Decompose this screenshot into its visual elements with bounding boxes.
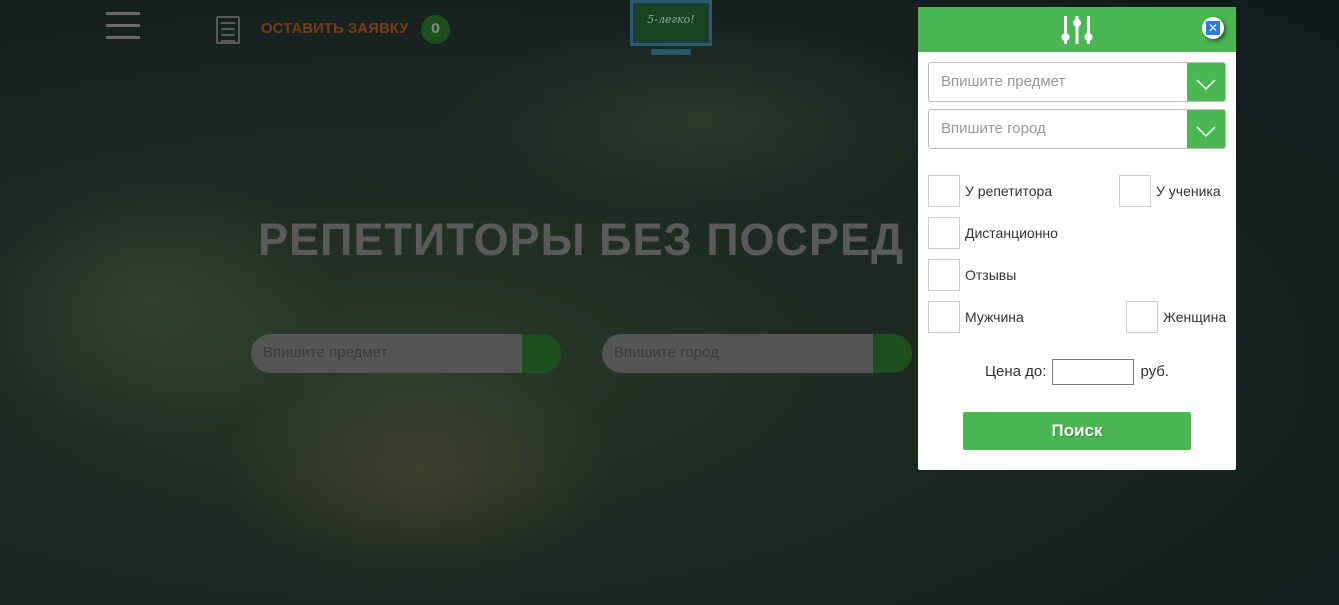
hero-city-select[interactable]: Впишите город xyxy=(602,334,912,373)
checkbox-female[interactable]: Женщина xyxy=(1126,301,1226,333)
currency-label: руб. xyxy=(1140,362,1170,380)
placeholder: Впишите город xyxy=(941,120,1046,137)
subject-select[interactable]: Впишите предмет xyxy=(928,62,1226,102)
checkbox-remote[interactable]: Дистанционно xyxy=(928,217,1058,249)
checkbox-at-student[interactable]: У ученика xyxy=(1119,175,1221,207)
sliders-icon xyxy=(1061,16,1093,44)
logo[interactable]: 5-легко! xyxy=(630,0,712,58)
price-input[interactable] xyxy=(1052,359,1135,385)
hero-subject-select[interactable]: Впишите предмет xyxy=(251,334,561,373)
filter-panel: ✕ Впишите предмет Впишите город У репети… xyxy=(918,7,1236,470)
chevron-down-icon[interactable] xyxy=(873,334,912,373)
chevron-down-icon[interactable] xyxy=(1187,110,1225,148)
hero-title: РЕПЕТИТОРЫ БЕЗ ПОСРЕД xyxy=(258,214,905,265)
price-label: Цена до: xyxy=(984,362,1047,380)
city-select[interactable]: Впишите город xyxy=(928,109,1226,149)
placeholder: Впишите город xyxy=(614,344,719,361)
menu-icon[interactable] xyxy=(106,12,140,40)
placeholder: Впишите предмет xyxy=(941,73,1066,90)
document-icon[interactable] xyxy=(216,16,240,44)
close-button[interactable]: ✕ xyxy=(1202,17,1224,39)
search-button[interactable]: Поиск xyxy=(963,412,1191,450)
request-count-badge: 0 xyxy=(421,15,450,44)
checkbox-reviews[interactable]: Отзывы xyxy=(928,259,1016,291)
close-icon: ✕ xyxy=(1206,21,1220,35)
checkbox-at-tutor[interactable]: У репетитора xyxy=(928,175,1052,207)
checkbox-male[interactable]: Мужчина xyxy=(928,301,1024,333)
placeholder: Впишите предмет xyxy=(263,344,388,361)
chevron-down-icon[interactable] xyxy=(522,334,561,373)
price-row: Цена до: руб. xyxy=(918,359,1236,385)
chevron-down-icon[interactable] xyxy=(1187,63,1225,101)
filter-header: ✕ xyxy=(918,7,1236,52)
leave-request-link[interactable]: ОСТАВИТЬ ЗАЯВКУ xyxy=(261,20,409,37)
logo-text: 5-легко! xyxy=(635,5,707,41)
